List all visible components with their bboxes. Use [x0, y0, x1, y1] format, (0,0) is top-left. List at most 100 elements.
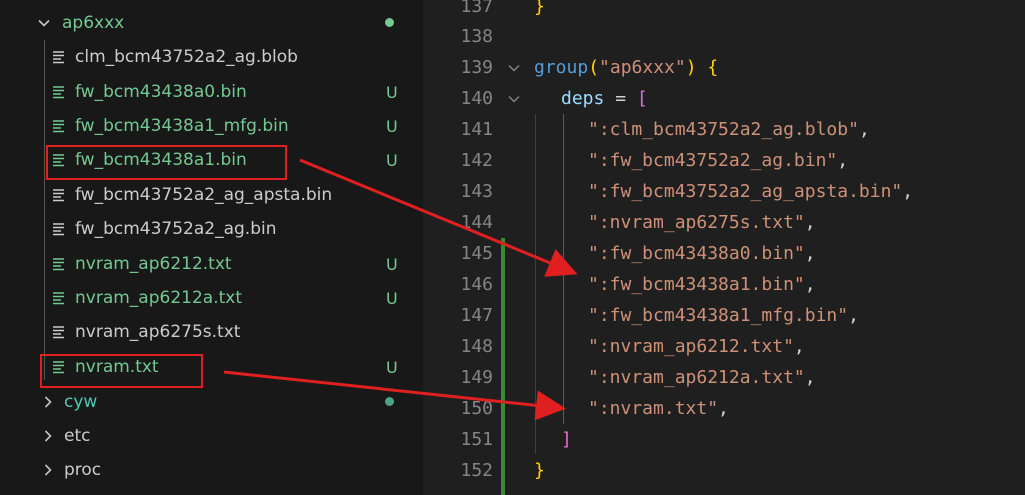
- status-badge: U: [386, 150, 398, 170]
- code-line: 146 ":fw_bcm43438a1.bin",: [423, 269, 1025, 300]
- folder-label: ap6xxx: [62, 13, 125, 33]
- function-name: group: [534, 57, 589, 78]
- fold-chevron-icon[interactable]: [507, 92, 521, 106]
- file-label: nvram_ap6212a.txt: [75, 288, 242, 308]
- file-lines-icon: [53, 189, 64, 202]
- string-literal: ":fw_bcm43438a1.bin": [588, 274, 805, 295]
- line-number: 151: [460, 429, 493, 450]
- function-arg: "ap6xxx": [599, 57, 686, 78]
- code-line: 144 ":nvram_ap6275s.txt",: [423, 207, 1025, 238]
- bracket: ]: [561, 429, 572, 450]
- variable-name: deps: [561, 88, 605, 109]
- status-badge: U: [386, 82, 398, 102]
- file-lines-icon: [53, 292, 64, 305]
- tree-file[interactable]: nvram_ap6212.txt U: [0, 247, 423, 281]
- status-badge: U: [386, 116, 398, 136]
- code-line: 137 }: [423, 0, 1025, 22]
- file-lines-icon: [53, 51, 64, 64]
- chevron-right-icon: [40, 462, 56, 478]
- string-literal: ":fw_bcm43438a0.bin": [588, 243, 805, 264]
- status-badge: U: [386, 254, 398, 274]
- string-literal: ":clm_bcm43752a2_ag.blob": [588, 119, 859, 140]
- code-line: 145 ":fw_bcm43438a0.bin",: [423, 238, 1025, 269]
- modified-dot-icon: [385, 397, 394, 406]
- file-label: nvram_ap6212.txt: [75, 254, 232, 274]
- chevron-down-icon: [36, 15, 52, 31]
- code-text: }: [534, 0, 545, 17]
- status-badge: U: [386, 288, 398, 308]
- string-literal: ":nvram_ap6275s.txt": [588, 212, 805, 233]
- file-lines-icon: [53, 258, 64, 271]
- string-literal: ":nvram_ap6212.txt": [588, 336, 794, 357]
- line-number: 149: [460, 367, 493, 388]
- fold-chevron-icon[interactable]: [507, 61, 521, 75]
- code-line: 143 ":fw_bcm43752a2_ag_apsta.bin",: [423, 176, 1025, 207]
- tree-folder-etc[interactable]: etc: [0, 419, 423, 453]
- string-literal: ":nvram.txt": [588, 398, 719, 419]
- code-line: 142 ":fw_bcm43752a2_ag.bin",: [423, 145, 1025, 176]
- status-badge: U: [386, 357, 398, 377]
- file-label: fw_bcm43438a0.bin: [75, 82, 247, 102]
- code-line: 139 group("ap6xxx") {: [423, 52, 1025, 83]
- code-text: }: [534, 460, 545, 481]
- string-literal: ":fw_bcm43752a2_ag_apsta.bin": [588, 181, 903, 202]
- code-editor[interactable]: 137 } 138 139 group("ap6xxx") { 140 deps…: [423, 0, 1025, 495]
- file-lines-icon: [53, 86, 64, 99]
- tree-file[interactable]: fw_bcm43438a0.bin U: [0, 75, 423, 109]
- folder-label: cyw: [64, 392, 98, 412]
- file-lines-icon: [53, 326, 64, 339]
- code-line: 149 ":nvram_ap6212a.txt",: [423, 362, 1025, 393]
- line-number: 141: [460, 119, 493, 140]
- file-label: clm_bcm43752a2_ag.blob: [75, 47, 298, 67]
- chevron-right-icon: [40, 394, 56, 410]
- line-number: 148: [460, 336, 493, 357]
- bracket: [: [636, 88, 648, 109]
- line-number: 146: [460, 274, 493, 295]
- file-lines-icon: [53, 120, 64, 133]
- file-label: fw_bcm43752a2_ag_apsta.bin: [75, 185, 333, 205]
- string-literal: ":nvram_ap6212a.txt": [588, 367, 805, 388]
- tree-file[interactable]: fw_bcm43752a2_ag.bin: [0, 212, 423, 246]
- chevron-right-icon: [40, 428, 56, 444]
- code-line: 147 ":fw_bcm43438a1_mfg.bin",: [423, 300, 1025, 331]
- code-line: 148 ":nvram_ap6212.txt",: [423, 331, 1025, 362]
- tree-folder-proc[interactable]: proc: [0, 453, 423, 487]
- tree-file[interactable]: nvram_ap6275s.txt: [0, 315, 423, 349]
- tree-folder-cyw[interactable]: cyw: [0, 385, 423, 419]
- line-number: 142: [460, 150, 493, 171]
- code-line: 152 }: [423, 455, 1025, 486]
- highlight-box: [40, 354, 203, 388]
- code-line: 151 ]: [423, 424, 1025, 455]
- line-number: 143: [460, 181, 493, 202]
- tree-file[interactable]: fw_bcm43752a2_ag_apsta.bin: [0, 178, 423, 212]
- code-text: {: [696, 57, 719, 78]
- tree-file[interactable]: fw_bcm43438a1_mfg.bin U: [0, 109, 423, 143]
- explorer-panel: ap6xxx clm_bcm43752a2_ag.blob fw_bcm4343…: [0, 0, 423, 495]
- line-number: 145: [460, 243, 493, 264]
- tree-file[interactable]: clm_bcm43752a2_ag.blob: [0, 40, 423, 74]
- highlight-box: [46, 145, 287, 180]
- folder-label: etc: [64, 426, 91, 446]
- code-line: 138: [423, 21, 1025, 52]
- file-lines-icon: [53, 223, 64, 236]
- line-number: 139: [460, 57, 493, 78]
- line-number: 138: [460, 26, 493, 47]
- line-number: 147: [460, 305, 493, 326]
- folder-label: proc: [64, 460, 102, 480]
- string-literal: ":fw_bcm43752a2_ag.bin": [588, 150, 838, 171]
- code-line: 150 ":nvram.txt",: [423, 393, 1025, 424]
- line-number: 137: [460, 0, 493, 17]
- code-line: 140 deps = [: [423, 83, 1025, 114]
- file-label: fw_bcm43752a2_ag.bin: [75, 219, 277, 239]
- code-line: 141 ":clm_bcm43752a2_ag.blob",: [423, 114, 1025, 145]
- string-literal: ":fw_bcm43438a1_mfg.bin": [588, 305, 849, 326]
- tree-folder-ap6xxx[interactable]: ap6xxx: [0, 6, 423, 40]
- line-number: 152: [460, 460, 493, 481]
- tree-file[interactable]: nvram_ap6212a.txt U: [0, 281, 423, 315]
- line-number: 144: [460, 212, 493, 233]
- line-number: 150: [460, 398, 493, 419]
- line-number: 140: [460, 88, 493, 109]
- file-label: fw_bcm43438a1_mfg.bin: [75, 116, 289, 136]
- file-label: nvram_ap6275s.txt: [75, 322, 241, 342]
- modified-dot-icon: [385, 18, 394, 27]
